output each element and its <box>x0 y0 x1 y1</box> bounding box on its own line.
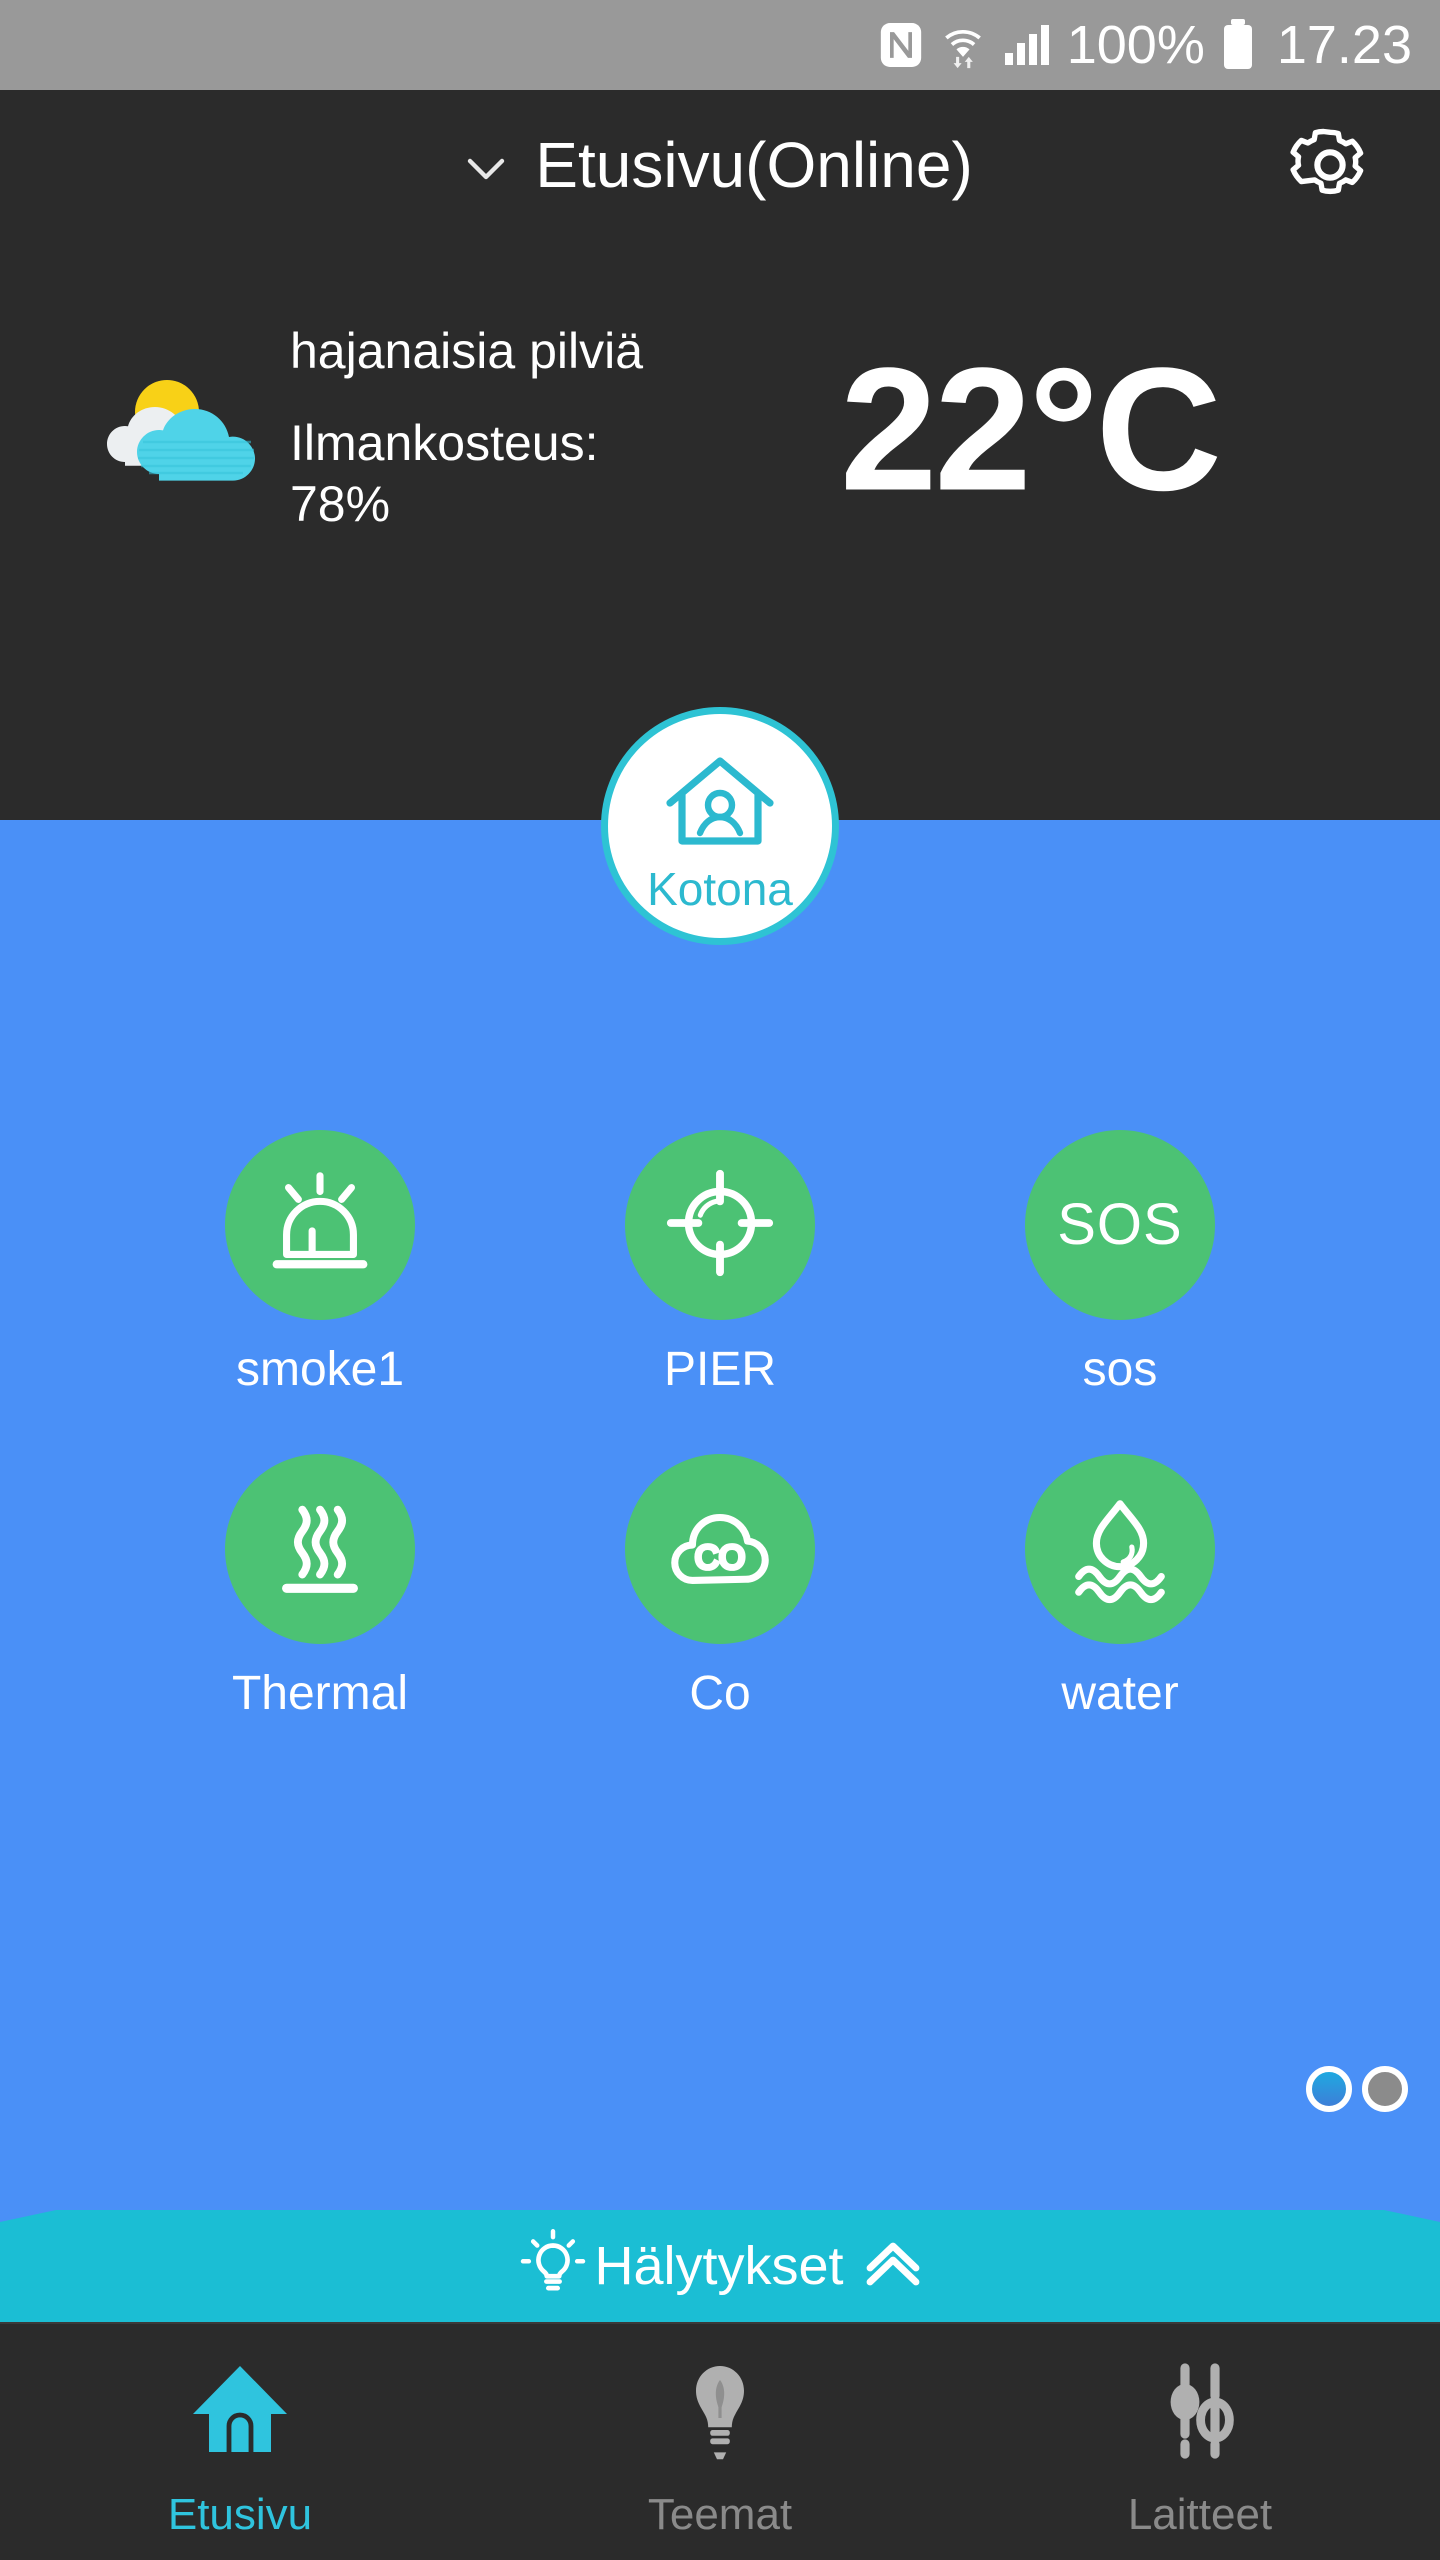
nav-label: Teemat <box>647 2489 793 2539</box>
bulb-leaf-icon <box>667 2358 773 2469</box>
devices-panel: Kotona smoke1 PIER SOS sos Thermal CO Co… <box>0 707 1440 2210</box>
device-label: PIER <box>663 1343 777 1396</box>
sun-behind-cloud-icon <box>90 370 270 490</box>
nav-label: Etusivu <box>167 2489 313 2539</box>
home-status-label: Kotona <box>647 865 793 912</box>
nav-item-etusivu[interactable]: Etusivu <box>0 2324 480 2560</box>
chevron-up-icon[interactable] <box>862 2242 924 2291</box>
crosshair-target-icon <box>661 1164 779 1287</box>
home-icon <box>187 2358 293 2469</box>
device-icon-circle[interactable]: CO <box>625 1454 815 1644</box>
alerts-bar[interactable]: Hälytykset <box>0 2210 1440 2322</box>
device-icon-circle[interactable] <box>225 1454 415 1644</box>
device-label: Thermal <box>231 1667 409 1720</box>
gear-icon[interactable] <box>1284 119 1376 211</box>
device-label: sos <box>1082 1343 1158 1396</box>
wifi-icon <box>939 20 987 70</box>
weather-panel: hajanaisia pilviä Ilmankosteus: 78% 22°C <box>0 240 1440 620</box>
status-bar: 100% 17.23 <box>0 0 1440 90</box>
signal-icon <box>1003 23 1051 67</box>
device-label: smoke1 <box>235 1343 405 1396</box>
lightbulb-icon <box>516 2227 590 2306</box>
device-tile[interactable]: SOS sos <box>920 1130 1320 1394</box>
device-label: water <box>1061 1667 1179 1720</box>
humidity-label: Ilmankosteus: <box>290 415 599 472</box>
device-label: Co <box>689 1667 751 1720</box>
humidity-value: 78% <box>290 476 391 533</box>
house-with-person-icon <box>660 751 780 860</box>
device-tile[interactable]: water <box>920 1454 1320 1718</box>
header-title-group[interactable]: Etusivu(Online) <box>0 133 1440 197</box>
heat-waves-icon <box>261 1488 379 1611</box>
nav-item-teemat[interactable]: Teemat <box>480 2324 960 2560</box>
nav-item-laitteet[interactable]: Laitteet <box>960 2324 1440 2560</box>
svg-text:CO: CO <box>695 1539 745 1576</box>
sos-icon: SOS <box>1057 1192 1183 1257</box>
battery-icon <box>1221 19 1255 71</box>
page-title: Etusivu(Online) <box>535 129 973 201</box>
pagination-dot-1[interactable] <box>1306 2066 1352 2112</box>
co-cloud-icon: CO <box>661 1488 779 1611</box>
device-tile[interactable]: smoke1 <box>120 1130 520 1394</box>
nfc-icon <box>879 21 923 69</box>
weather-text-block: hajanaisia pilviä Ilmankosteus: 78% <box>290 325 643 536</box>
weather-humidity: Ilmankosteus: 78% <box>290 413 643 535</box>
device-icon-circle[interactable] <box>225 1130 415 1320</box>
app-screen: 100% 17.23 Etusivu(Online) hajanaisia pi… <box>0 0 1440 2560</box>
bottom-navigation: Etusivu Teemat Laitteet <box>0 2322 1440 2560</box>
battery-percent-label: 100% <box>1066 15 1205 75</box>
device-tile[interactable]: CO Co <box>520 1454 920 1718</box>
nav-label: Laitteet <box>1127 2489 1273 2539</box>
device-grid: smoke1 PIER SOS sos Thermal CO Co water <box>0 1130 1440 1718</box>
device-icon-circle[interactable] <box>625 1130 815 1320</box>
chevron-down-icon[interactable] <box>467 156 505 182</box>
pagination-dot-2[interactable] <box>1362 2066 1408 2112</box>
device-tile[interactable]: PIER <box>520 1130 920 1394</box>
smoke-alarm-icon <box>261 1164 379 1287</box>
pagination-dots[interactable] <box>1306 2066 1408 2112</box>
home-status-badge[interactable]: Kotona <box>601 707 839 945</box>
weather-temperature: 22°C <box>840 332 1222 528</box>
clock-label: 17.23 <box>1276 15 1412 75</box>
weather-condition: hajanaisia pilviä <box>290 322 644 379</box>
sliders-icon <box>1147 2358 1253 2469</box>
device-tile[interactable]: Thermal <box>120 1454 520 1718</box>
alerts-label: Hälytykset <box>594 2236 844 2296</box>
water-drop-icon <box>1061 1488 1179 1611</box>
app-header: Etusivu(Online) <box>0 90 1440 240</box>
device-icon-circle[interactable] <box>1025 1454 1215 1644</box>
device-icon-circle[interactable]: SOS <box>1025 1130 1215 1320</box>
